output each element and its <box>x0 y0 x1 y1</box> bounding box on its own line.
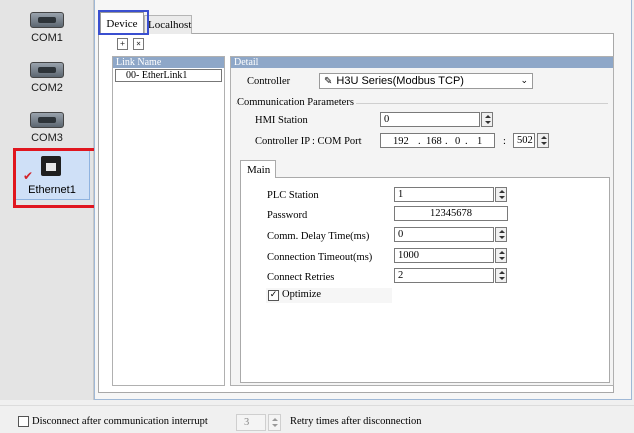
detail-header: Detail <box>231 57 613 68</box>
tab-main[interactable]: Main <box>240 160 276 178</box>
ip-separator: . <box>418 136 421 147</box>
ip-octet-3: 0 <box>455 136 461 147</box>
comm-delay-stepper[interactable] <box>495 227 507 242</box>
controller-label: Controller <box>247 76 291 87</box>
port-separator: : <box>503 136 506 147</box>
retry-label: Retry times after disconnection <box>290 416 422 427</box>
serial-port-icon <box>30 62 64 78</box>
link-list: Link Name 00- EtherLink1 <box>112 56 225 386</box>
serial-port-icon <box>30 112 64 128</box>
controller-ip-label: Controller IP <box>255 136 311 147</box>
com-port-field[interactable]: 502 <box>513 133 535 148</box>
connect-retries-stepper[interactable] <box>495 268 507 283</box>
com-port-label: : COM Port <box>312 136 362 147</box>
port-item-com1[interactable]: COM1 <box>12 12 82 52</box>
ip-separator: . <box>445 136 448 147</box>
retry-count-stepper[interactable] <box>268 414 281 431</box>
disconnect-label: Disconnect after communication interrupt <box>32 416 208 427</box>
brush-icon: ✎ <box>324 76 333 87</box>
hmi-station-stepper[interactable] <box>481 112 493 127</box>
conn-timeout-label: Connection Timeout(ms) <box>267 252 373 263</box>
optimize-checkbox[interactable]: ✓ <box>268 290 279 301</box>
hmi-station-field[interactable]: 0 <box>380 112 480 127</box>
controller-value: H3U Series(Modbus TCP) <box>336 75 464 87</box>
comm-delay-label: Comm. Delay Time(ms) <box>267 231 370 242</box>
port-label: COM1 <box>31 32 63 44</box>
tab-localhost[interactable]: Localhost <box>144 15 192 34</box>
com-port-stepper[interactable] <box>537 133 549 148</box>
chevron-down-icon: ⌄ <box>520 76 528 86</box>
plc-station-stepper[interactable] <box>495 187 507 202</box>
connect-retries-field[interactable]: 2 <box>394 268 494 283</box>
disconnect-checkbox[interactable] <box>18 416 29 427</box>
conn-timeout-field[interactable]: 1000 <box>394 248 494 263</box>
comm-delay-field[interactable]: 0 <box>394 227 494 242</box>
remove-link-button[interactable]: × <box>133 38 144 50</box>
plc-station-field[interactable]: 1 <box>394 187 494 202</box>
comm-params-title: Communication Parameters <box>237 97 356 108</box>
link-list-header: Link Name <box>113 57 224 68</box>
serial-port-icon <box>30 12 64 28</box>
ip-octet-1: 192 <box>393 136 409 147</box>
ip-separator: . <box>465 136 468 147</box>
conn-timeout-stepper[interactable] <box>495 248 507 263</box>
port-item-com2[interactable]: COM2 <box>12 62 82 102</box>
link-list-item[interactable]: 00- EtherLink1 <box>115 69 222 82</box>
password-label: Password <box>267 210 308 221</box>
plc-station-label: PLC Station <box>267 190 319 201</box>
controller-select[interactable]: ✎ H3U Series(Modbus TCP) ⌄ <box>319 73 533 89</box>
hmi-station-label: HMI Station <box>255 115 308 126</box>
retry-count-field[interactable]: 3 <box>236 414 266 431</box>
password-field[interactable]: 12345678 <box>394 206 508 221</box>
ip-octet-2: 168 <box>426 136 442 147</box>
add-link-button[interactable]: + <box>117 38 128 50</box>
controller-ip-field[interactable]: 192 . 168 . 0 . 1 <box>380 133 495 148</box>
connect-retries-label: Connect Retries <box>267 272 335 283</box>
port-item-com3[interactable]: COM3 <box>12 112 82 152</box>
port-label: COM3 <box>31 132 63 144</box>
optimize-label: Optimize <box>282 289 322 300</box>
port-label: COM2 <box>31 82 63 94</box>
tab-highlight <box>98 10 149 35</box>
ip-octet-4: 1 <box>477 136 483 147</box>
